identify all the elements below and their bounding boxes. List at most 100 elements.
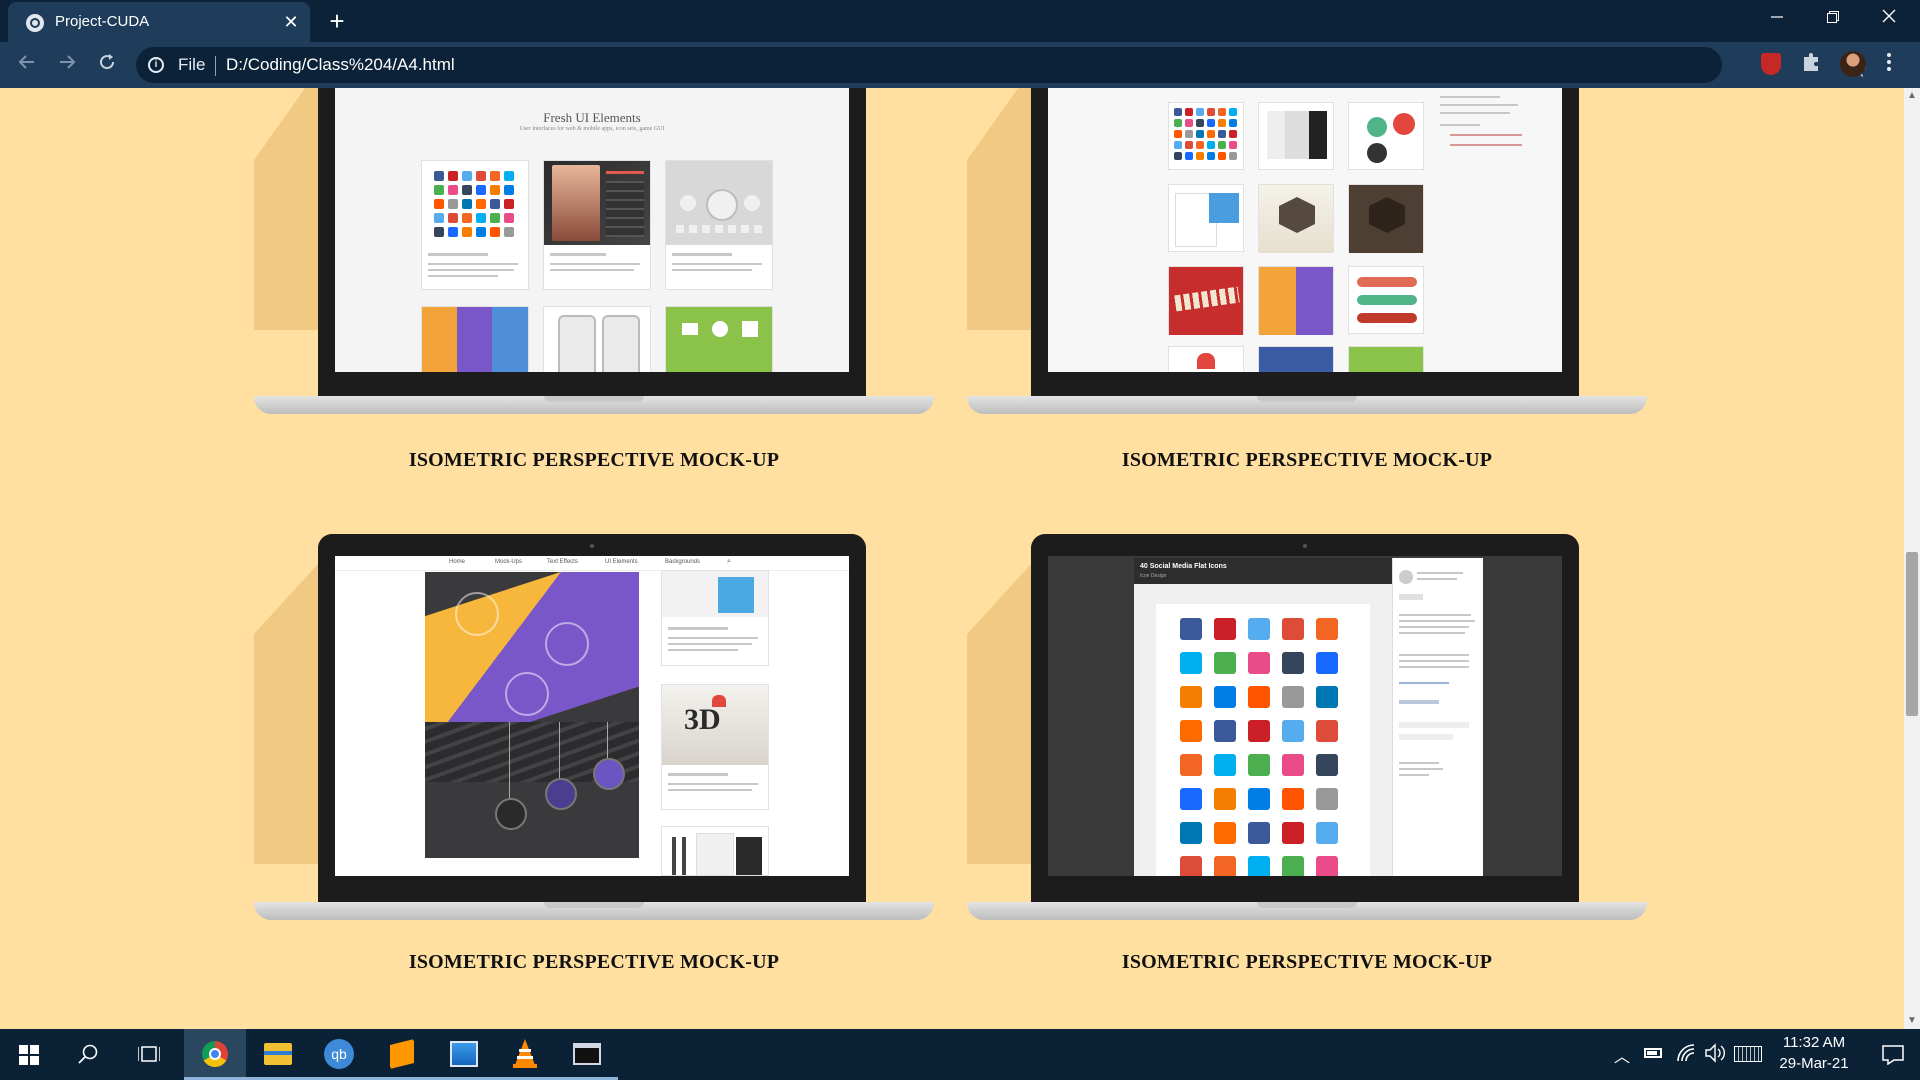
laptop-base [967, 396, 1647, 414]
thumbnail-phones [543, 306, 651, 372]
taskbar: qb ︿ 11:32 AM 29-Mar-21 [0, 1029, 1920, 1080]
vertical-scrollbar[interactable]: ▲ ▼ [1904, 88, 1920, 1029]
thumbnail-blue [1258, 346, 1334, 372]
social-icon [1174, 141, 1182, 149]
scroll-up-arrow-icon[interactable]: ▲ [1904, 88, 1920, 104]
info-icon[interactable]: i [148, 57, 164, 73]
address-bar[interactable]: i File D:/Coding/Class%204/A4.html ☆ [136, 47, 1868, 83]
tab-title: Project-CUDA [55, 13, 150, 30]
taskbar-app-chrome[interactable] [184, 1029, 246, 1080]
extensions-puzzle-icon[interactable] [1800, 51, 1822, 80]
taskbar-app-vlc[interactable] [494, 1029, 556, 1080]
social-icon [1282, 720, 1304, 742]
taskbar-app-photos[interactable] [432, 1029, 494, 1080]
social-icon [1180, 618, 1202, 640]
new-tab-button[interactable]: + [323, 7, 351, 35]
social-icon [1174, 130, 1182, 138]
thumbnail-custom-type [1168, 266, 1244, 335]
social-icon [1207, 141, 1215, 149]
laptop-screen: 40 Social Media Flat Icons Icon Design [1048, 556, 1562, 876]
extension-shield-icon[interactable] [1761, 53, 1781, 75]
social-icon [448, 227, 458, 237]
file-scheme-label: File [178, 55, 206, 74]
social-icon [1185, 108, 1193, 116]
notifications-button[interactable] [1866, 1029, 1920, 1080]
taskbar-app-sublime-text[interactable] [370, 1029, 432, 1080]
mockup-card[interactable]: ISOMETRIC PERSPECTIVE MOCK-UP [967, 88, 1647, 471]
social-icon [490, 213, 500, 223]
back-button[interactable] [13, 51, 41, 79]
social-icon [1196, 119, 1204, 127]
profile-avatar[interactable] [1840, 51, 1866, 77]
minimize-button[interactable] [1754, 0, 1800, 38]
taskbar-app-file-explorer[interactable] [246, 1029, 308, 1080]
social-icon [1248, 686, 1270, 708]
webcam [590, 544, 594, 548]
social-icon [1248, 720, 1270, 742]
social-icon [434, 199, 444, 209]
scrollbar-thumb[interactable] [1906, 552, 1918, 716]
url-text[interactable]: D:/Coding/Class%204/A4.html [226, 55, 455, 75]
taskbar-app-qbittorrent[interactable]: qb [308, 1029, 370, 1080]
social-icon [434, 213, 444, 223]
scroll-down-arrow-icon[interactable]: ▼ [1904, 1013, 1920, 1029]
social-icon [476, 227, 486, 237]
social-icon [1229, 108, 1237, 116]
menu-kebab-icon[interactable] [1886, 51, 1892, 81]
social-icon [1207, 130, 1215, 138]
social-icon [1229, 130, 1237, 138]
thumbnail-buttons [1348, 266, 1424, 334]
thumbnail-icon-grid [1168, 102, 1244, 170]
thumbnail-heart [1168, 346, 1244, 372]
taskbar-app-terminal[interactable] [556, 1029, 618, 1080]
wifi-icon[interactable] [1676, 1043, 1696, 1068]
search-button[interactable] [62, 1029, 117, 1080]
social-icon [490, 171, 500, 181]
task-view-button[interactable] [122, 1029, 177, 1080]
forward-button[interactable] [53, 51, 81, 79]
restore-button[interactable] [1810, 0, 1856, 38]
tray-chevron-icon[interactable]: ︿ [1614, 1043, 1630, 1067]
puzzle-icon [1804, 53, 1818, 71]
tab-strip: Project-CUDA ✕ + [0, 0, 1920, 42]
screen-nav: Home Mock-Ups Text Effects UI Elements B… [335, 556, 849, 571]
start-button[interactable] [0, 1029, 58, 1080]
mockup-caption: ISOMETRIC PERSPECTIVE MOCK-UP [1121, 951, 1493, 973]
mockup-card[interactable]: 40 Social Media Flat Icons Icon Design I… [967, 534, 1647, 973]
mockup-caption: ISOMETRIC PERSPECTIVE MOCK-UP [408, 951, 780, 973]
thumbnail-green [1348, 346, 1424, 372]
laptop-base [254, 902, 934, 920]
social-icon [1214, 856, 1236, 876]
social-icon [1180, 720, 1202, 742]
clock-time: 11:32 AM [1782, 1034, 1846, 1051]
laptop-base [967, 902, 1647, 920]
social-icon [1207, 152, 1215, 160]
social-icon [1282, 822, 1304, 844]
social-icon [1218, 119, 1226, 127]
mockup-card[interactable]: Fresh UI Elements User interfaces for we… [254, 88, 934, 471]
tab-close-button[interactable]: ✕ [280, 11, 302, 33]
reload-button[interactable] [93, 51, 121, 79]
browser-tab[interactable]: Project-CUDA ✕ [8, 2, 310, 42]
screen-title: 40 Social Media Flat Icons [1140, 563, 1227, 570]
close-window-button[interactable] [1866, 0, 1912, 38]
social-icon [1248, 822, 1270, 844]
social-icon [476, 171, 486, 181]
social-icon [1180, 856, 1202, 876]
volume-icon[interactable] [1704, 1043, 1726, 1068]
social-icon [476, 185, 486, 195]
browser-toolbar: i File D:/Coding/Class%204/A4.html ☆ [0, 42, 1920, 88]
social-icon [1229, 119, 1237, 127]
social-icon [1316, 856, 1338, 876]
mockup-card[interactable]: Home Mock-Ups Text Effects UI Elements B… [254, 534, 934, 973]
social-icon [1185, 141, 1193, 149]
battery-icon[interactable] [1644, 1048, 1662, 1058]
social-icon [1214, 720, 1236, 742]
nav-item: Home [449, 559, 466, 565]
thumbnail-red-button [1348, 102, 1424, 170]
clock[interactable]: 11:32 AM 29-Mar-21 [1768, 1033, 1860, 1077]
thumbnail-social-icons [421, 160, 529, 290]
social-icon [1180, 822, 1202, 844]
mockup-caption: ISOMETRIC PERSPECTIVE MOCK-UP [408, 449, 780, 471]
keyboard-icon[interactable] [1734, 1046, 1762, 1062]
